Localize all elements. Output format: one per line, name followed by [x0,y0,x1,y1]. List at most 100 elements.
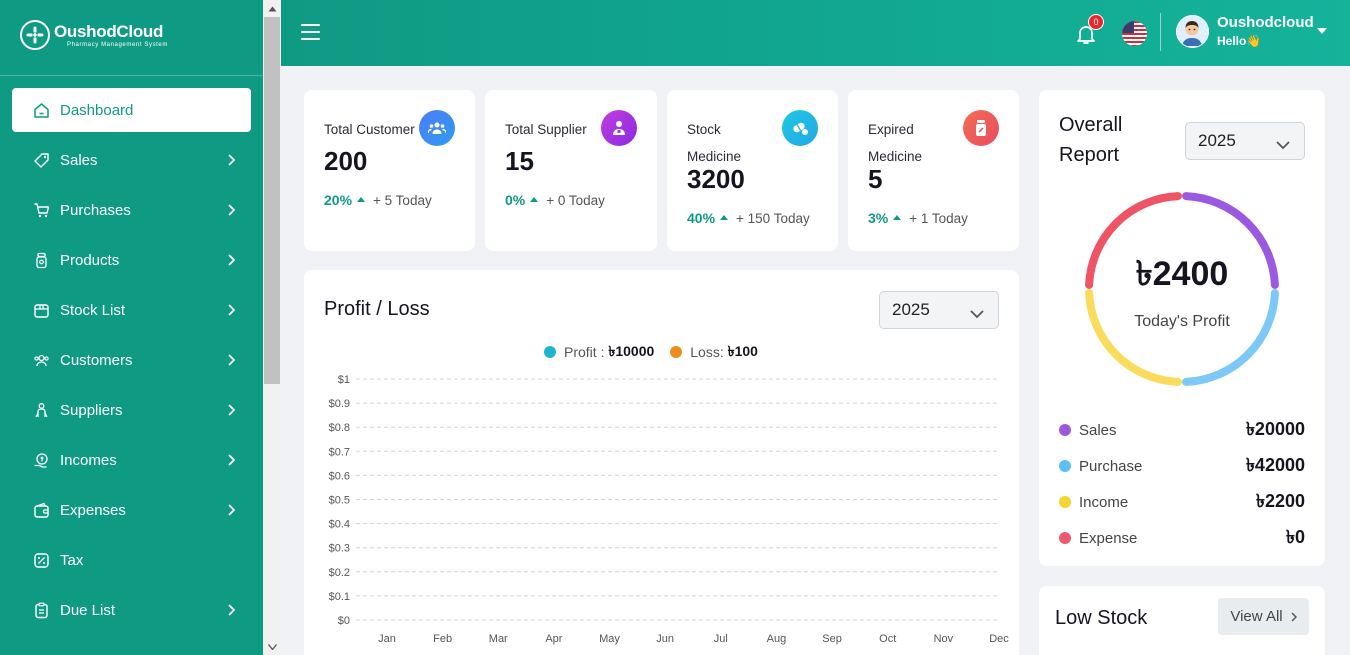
breakdown-value: ৳20000 [1245,418,1305,439]
stat-today: + 0 Today [546,192,605,208]
pills-icon [782,110,818,146]
card-title: Profit / Loss [324,298,430,320]
sidebar-item-sales[interactable]: Sales [12,138,251,182]
brand-name: OushodCloud [54,21,164,41]
user-greeting: Hello👋 [1217,34,1262,48]
breakdown-row-expense: Expense ৳0 [1059,520,1305,556]
donut-center: ৳2400 Today's Profit [1079,186,1285,392]
sidebar-item-incomes[interactable]: Incomes [12,438,251,482]
purchase-dot [1059,460,1071,472]
x-tick-label: Jun [656,633,674,645]
notification-bell-icon[interactable]: 0 [1074,14,1104,46]
y-tick-label: $0.5 [329,495,350,507]
sidebar-item-label: Dashboard [60,101,134,119]
today-profit-label: Today's Profit [1134,312,1230,330]
header-divider [1160,13,1161,51]
expired-icon [963,110,999,146]
money-icon [32,451,50,469]
sidebar-item-tax[interactable]: Tax [12,538,251,582]
sidebar-item-label: Products [60,251,120,269]
stat-label: Total Customer [324,122,415,137]
scrollbar-thumb[interactable] [264,17,280,384]
y-tick-label: $0 [338,615,350,627]
profit-loss-chart: $1 $0.9 $0.8 $0.7 $0.6 $0.5 $0.4 $0.3 $0.2 $0.1 $0… [329,374,1010,645]
trend-up-icon [720,214,729,220]
sidebar-item-label: Expenses [60,501,126,519]
supplier-icon [601,110,637,146]
scroll-down-arrow-icon[interactable] [263,638,281,655]
overall-report-year-select[interactable]: 2025 [1185,122,1305,160]
user-menu[interactable]: Oushodcloud Hello👋 [1176,14,1327,48]
y-tick-label: $0.1 [329,591,350,603]
stat-label: Total Supplier [505,122,587,137]
supplier-icon [32,401,50,419]
trend-up-icon [893,214,902,220]
x-tick-label: Dec [989,633,1009,645]
y-tick-label: $0.4 [329,519,350,531]
profit-loss-card: Profit / Loss 2025 Profit : ৳10000 Loss:… [304,270,1019,655]
stat-label: Expired Medicine [868,122,923,164]
breakdown-label: Income [1079,493,1129,511]
card-title: Overall Report [1059,114,1123,166]
overall-report-card: Overall Report 2025 ৳2400 Today's Profit… [1039,90,1325,566]
scroll-up-arrow-icon[interactable] [263,0,281,17]
us-flag-icon[interactable] [1122,21,1147,46]
x-tick-label: Oct [879,633,896,645]
stat-footer: 20% + 5 Today [324,192,432,208]
sidebar-item-customers[interactable]: Customers [12,338,251,382]
sidebar-item-purchases[interactable]: Purchases [12,188,251,232]
y-tick-label: $0.7 [329,446,350,458]
sidebar-divider [0,75,263,76]
stat-value: 15 [505,146,534,176]
clipboard-icon [32,601,50,619]
menu-toggle-icon[interactable] [301,24,320,41]
sidebar-item-expenses[interactable]: Expenses [12,488,251,532]
chevron-right-icon [225,504,237,516]
x-tick-label: Jul [714,633,728,645]
sidebar-item-label: Purchases [60,201,131,219]
selected-year: 2025 [892,300,930,319]
stat-card-suppliers: Total Supplier 15 0% + 0 Today [485,90,657,251]
stat-card-customers: Total Customer 200 20% + 5 Today [304,90,475,251]
stat-card-stock-medicine: Stock Medicine 3200 40% + 150 Today [667,90,838,251]
breakdown-row-sales: Sales ৳20000 [1059,412,1305,448]
caret-down-icon [1317,28,1327,34]
sidebar-item-label: Sales [60,151,98,169]
notification-count-badge: 0 [1088,14,1104,30]
breakdown-label: Purchase [1079,457,1143,475]
x-tick-label: Nov [934,633,954,645]
stat-value: 200 [324,146,368,176]
customers-icon [419,110,455,146]
chevron-right-icon [225,304,237,316]
view-all-label: View All [1230,608,1283,625]
sidebar-item-label: Customers [60,351,133,369]
stat-percentage: 0% [505,192,526,208]
breakdown-value: ৳2200 [1255,490,1305,511]
sidebar-item-dashboard[interactable]: Dashboard [12,88,251,132]
profit-loss-year-select[interactable]: 2025 [879,291,999,329]
sales-dot [1059,424,1071,436]
sidebar-item-stock-list[interactable]: Stock List [12,288,251,332]
user-name: Oushodcloud [1217,14,1314,31]
chevron-right-icon [225,254,237,266]
x-tick-label: Feb [433,633,452,645]
brand-logo[interactable]: OushodCloud Pharmacy Management System [20,20,168,50]
sidebar-scrollbar[interactable] [263,0,281,655]
selected-year: 2025 [1198,131,1236,150]
x-tick-label: Mar [489,633,508,645]
chevron-right-icon [225,404,237,416]
y-tick-label: $0.2 [329,567,350,579]
view-all-button[interactable]: View All [1218,598,1309,635]
sidebar-item-products[interactable]: Products [12,238,251,282]
y-tick-label: $0.3 [329,543,350,555]
x-tick-label: Aug [767,633,787,645]
chevron-right-icon [225,604,237,616]
sidebar-item-due-list[interactable]: Due List [12,588,251,632]
home-icon [32,101,50,119]
stat-footer: 40% + 150 Today [687,210,810,226]
sidebar-item-label: Tax [60,551,84,569]
breakdown-label: Expense [1079,529,1138,547]
chevron-down-icon [1276,135,1290,155]
chevron-down-icon [970,304,984,324]
sidebar-item-suppliers[interactable]: Suppliers [12,388,251,432]
